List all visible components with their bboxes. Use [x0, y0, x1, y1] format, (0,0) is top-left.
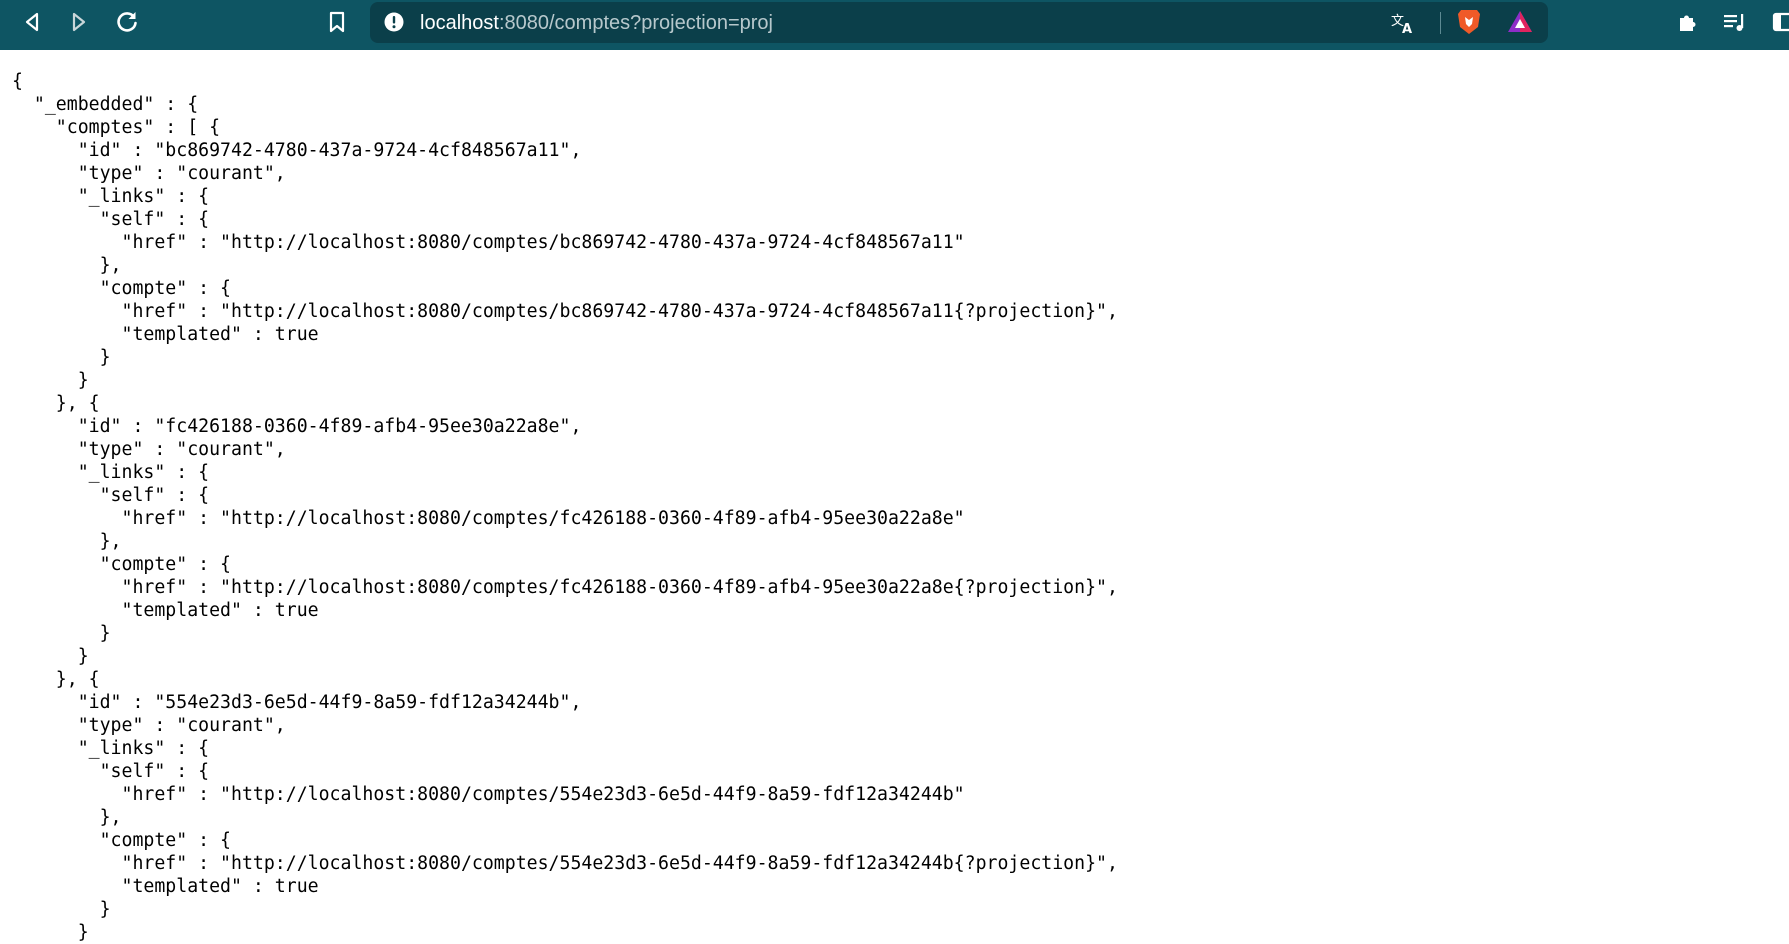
url-path: :8080/comptes?projection=proj: [498, 12, 773, 34]
json-line: "href" : "http://localhost:8080/comptes/…: [12, 853, 1118, 874]
brave-rewards-icon[interactable]: [1504, 6, 1536, 38]
json-line: "self" : {: [12, 485, 210, 506]
brave-shields-icon[interactable]: [1453, 6, 1485, 38]
json-line: {: [12, 71, 23, 92]
json-line: "_links" : {: [12, 738, 210, 759]
json-response-body: { "_embedded" : { "comptes" : [ { "id" :…: [12, 70, 1118, 944]
json-line: }: [12, 623, 111, 644]
browser-toolbar: localhost:8080/comptes?projection=proj 文…: [0, 0, 1789, 50]
json-line: "href" : "http://localhost:8080/comptes/…: [12, 577, 1118, 598]
back-icon[interactable]: [16, 6, 48, 38]
json-line: "id" : "554e23d3-6e5d-44f9-8a59-fdf12a34…: [12, 692, 582, 713]
forward-icon[interactable]: [63, 6, 95, 38]
json-line: "_links" : {: [12, 186, 210, 207]
reload-icon[interactable]: [111, 6, 143, 38]
site-info-icon[interactable]: [378, 6, 410, 38]
bookmark-icon[interactable]: [321, 6, 353, 38]
json-line: }: [12, 646, 89, 667]
json-line: "compte" : {: [12, 830, 231, 851]
translate-icon[interactable]: 文A: [1387, 7, 1419, 39]
json-line: "comptes" : [ {: [12, 117, 221, 138]
sidebar-icon[interactable]: [1767, 6, 1789, 38]
json-line: "type" : "courant",: [12, 163, 286, 184]
json-line: "href" : "http://localhost:8080/comptes/…: [12, 301, 1118, 322]
json-line: "id" : "fc426188-0360-4f89-afb4-95ee30a2…: [12, 416, 582, 437]
json-line: "href" : "http://localhost:8080/comptes/…: [12, 784, 965, 805]
json-line: "self" : {: [12, 209, 210, 230]
json-line: "_links" : {: [12, 462, 210, 483]
json-line: }: [12, 347, 111, 368]
json-line: }, {: [12, 669, 100, 690]
json-line: "compte" : {: [12, 278, 231, 299]
json-line: }: [12, 899, 111, 920]
json-line: "_embedded" : {: [12, 94, 199, 115]
json-line: "href" : "http://localhost:8080/comptes/…: [12, 232, 965, 253]
json-line: "type" : "courant",: [12, 439, 286, 460]
json-line: "compte" : {: [12, 554, 231, 575]
json-line: },: [12, 807, 122, 828]
json-line: },: [12, 255, 122, 276]
json-line: "type" : "courant",: [12, 715, 286, 736]
json-line: }: [12, 370, 89, 391]
url-host: localhost: [420, 12, 499, 34]
extensions-icon[interactable]: [1672, 6, 1704, 38]
omnibox-divider: [1440, 12, 1441, 34]
json-line: }: [12, 922, 89, 943]
json-line: "id" : "bc869742-4780-437a-9724-4cf84856…: [12, 140, 582, 161]
media-queue-icon[interactable]: [1719, 6, 1751, 38]
url-text[interactable]: localhost:8080/comptes?projection=proj: [420, 12, 773, 34]
json-line: "self" : {: [12, 761, 210, 782]
svg-text:A: A: [1402, 22, 1412, 35]
address-bar[interactable]: localhost:8080/comptes?projection=proj 文…: [370, 2, 1548, 43]
json-line: }, {: [12, 393, 100, 414]
json-line: },: [12, 531, 122, 552]
json-line: "templated" : true: [12, 876, 319, 897]
json-line: "templated" : true: [12, 324, 319, 345]
json-line: "templated" : true: [12, 600, 319, 621]
json-line: "href" : "http://localhost:8080/comptes/…: [12, 508, 965, 529]
